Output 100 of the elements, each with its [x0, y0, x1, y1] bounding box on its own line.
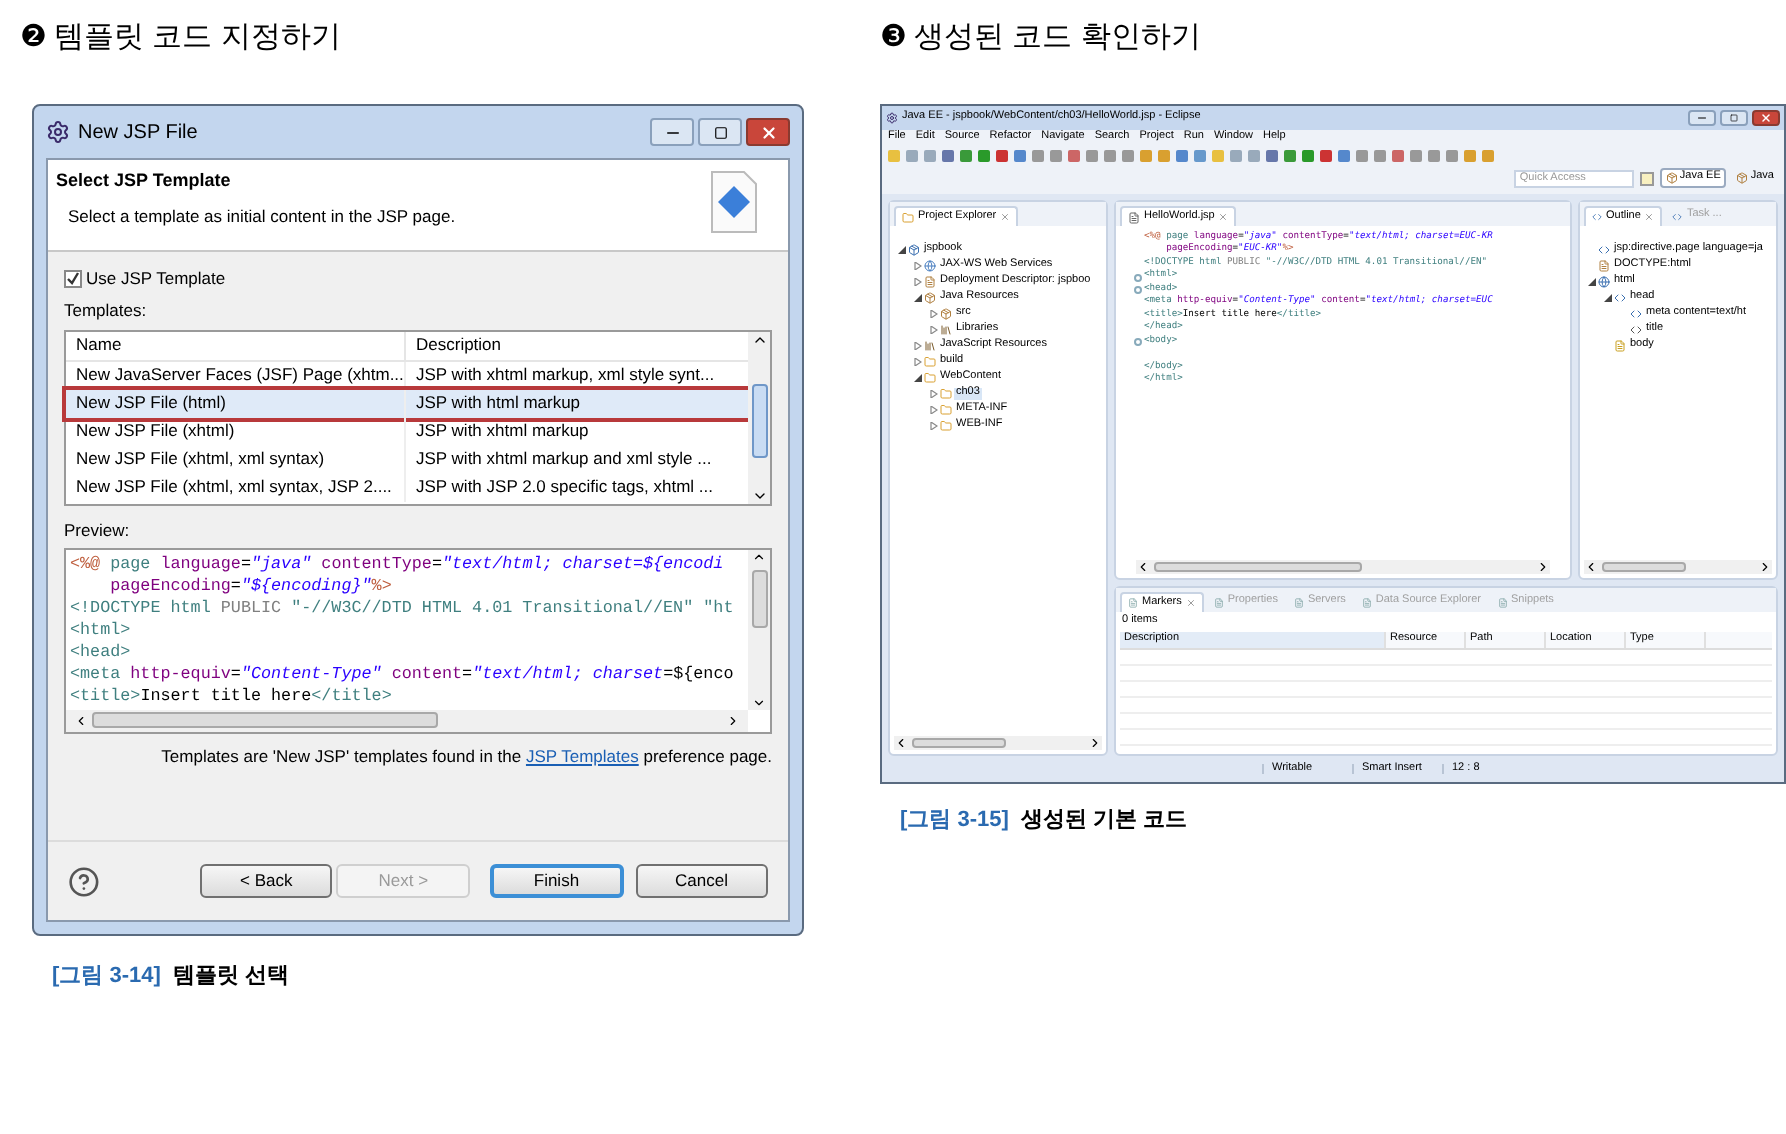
- template-row[interactable]: New JSP File (xhtml, xml syntax) JSP with xhtml markup and xml style ...: [66, 445, 748, 474]
- chevron-right-icon[interactable]: [1536, 560, 1550, 574]
- dialog-button[interactable]: Cancel: [635, 864, 769, 898]
- horizontal-scrollbar[interactable]: [1584, 560, 1772, 574]
- collapsed-arrow-icon[interactable]: [913, 358, 921, 366]
- globe-icon: [1598, 276, 1610, 288]
- package-icon: [940, 308, 952, 320]
- close-button[interactable]: [746, 118, 790, 146]
- package-icon: [1665, 172, 1678, 184]
- table-cell-text: JSP with xhtml markup: [414, 418, 591, 445]
- code-line: <head>: [70, 641, 131, 663]
- chevron-right-icon[interactable]: [726, 713, 740, 727]
- collapsed-arrow-icon[interactable]: [929, 422, 937, 430]
- code-icon: [1630, 324, 1642, 336]
- collapsed-arrow-icon[interactable]: [929, 390, 937, 398]
- close-button[interactable]: [1752, 110, 1780, 126]
- template-row[interactable]: New JSP File (xhtml) JSP with xhtml markup: [66, 417, 748, 446]
- chevron-left-icon[interactable]: [74, 713, 88, 727]
- expanded-arrow-icon[interactable]: [1587, 278, 1595, 286]
- chevron-up-icon[interactable]: [752, 549, 766, 563]
- code-line: <!DOCTYPE html PUBLIC "-//W3C//DTD HTML 4.01 Transitional//EN" "ht: [70, 597, 734, 619]
- folder-icon: [924, 372, 936, 384]
- chevron-down-icon[interactable]: [752, 695, 766, 709]
- document-icon: [1614, 340, 1626, 352]
- document-icon: [1361, 597, 1372, 607]
- table-cell: New JSP File (xhtml, xml syntax): [66, 445, 406, 474]
- chevron-left-icon[interactable]: [1136, 560, 1150, 574]
- close-icon: [1760, 112, 1772, 124]
- jsp-templates-link[interactable]: JSP Templates: [525, 745, 639, 765]
- fold-icon[interactable]: [1134, 338, 1142, 347]
- checkbox-label: Use JSP Template: [86, 265, 226, 291]
- package-icon: [1736, 172, 1749, 184]
- document-icon: [1598, 260, 1610, 272]
- vertical-scrollbar[interactable]: [748, 549, 770, 709]
- code-icon: [1592, 212, 1602, 222]
- collapsed-arrow-icon[interactable]: [913, 342, 921, 350]
- collapsed-arrow-icon[interactable]: [929, 310, 937, 318]
- collapsed-arrow-icon[interactable]: [913, 278, 921, 286]
- collapsed-arrow-icon[interactable]: [929, 406, 937, 414]
- books-icon: [924, 340, 936, 352]
- document-icon: [1128, 211, 1140, 223]
- code-icon: [1614, 292, 1626, 304]
- horizontal-scrollbar[interactable]: [66, 709, 748, 731]
- vertical-scrollbar[interactable]: [748, 331, 770, 504]
- folder-icon: [940, 420, 952, 432]
- globe-icon: [924, 260, 936, 272]
- expanded-arrow-icon[interactable]: [913, 374, 921, 382]
- maximize-button[interactable]: [698, 118, 742, 146]
- expanded-arrow-icon[interactable]: [1603, 294, 1611, 302]
- code-line: <meta http-equiv="Content-Type" content="text/html; charset=${enco: [70, 663, 734, 685]
- gear-icon: [886, 112, 898, 124]
- minimize-button[interactable]: [1688, 110, 1716, 126]
- dialog-button[interactable]: Finish: [489, 864, 623, 898]
- template-row[interactable]: New JSP File (html) JSP with html markup: [66, 389, 748, 418]
- chevron-right-icon[interactable]: [1758, 560, 1772, 574]
- document-icon: [1497, 597, 1507, 607]
- step-number: ❷: [20, 17, 46, 58]
- figure-caption: 템플릿 선택: [172, 962, 289, 992]
- template-row[interactable]: New JSP File (xhtml, xml syntax, JSP 2.... JSP with JSP 2.0 specific tags, xhtml ...: [66, 473, 748, 502]
- chevron-left-icon[interactable]: [894, 736, 908, 750]
- document-icon: [1293, 597, 1304, 607]
- table-cell-text: JSP with xhtml markup, xml style synt...: [414, 362, 717, 389]
- document-icon: [924, 276, 936, 288]
- collapsed-arrow-icon[interactable]: [929, 326, 937, 334]
- table-cell-text: JSP with JSP 2.0 specific tags, xhtml ...: [414, 474, 715, 501]
- code-line: <html>: [70, 619, 131, 641]
- folder-icon: [940, 388, 952, 400]
- column-header[interactable]: Name: [66, 331, 406, 360]
- expanded-arrow-icon[interactable]: [897, 246, 905, 254]
- dialog-button[interactable]: < Back: [199, 864, 333, 898]
- collapsed-arrow-icon[interactable]: [913, 262, 921, 270]
- table-cell: New JSP File (xhtml): [66, 417, 406, 446]
- header-title: Select JSP Template: [56, 168, 233, 194]
- help-icon[interactable]: [68, 865, 100, 897]
- step-number: ❸: [880, 17, 906, 58]
- window-title: New JSP File: [78, 119, 200, 147]
- column-header[interactable]: Description: [406, 331, 748, 360]
- chevron-right-icon[interactable]: [1088, 736, 1102, 750]
- document-icon: [1128, 598, 1138, 608]
- code-icon: [1672, 211, 1683, 221]
- document-icon: [1213, 597, 1224, 607]
- horizontal-scrollbar[interactable]: [1136, 560, 1550, 574]
- maximize-icon: [1730, 114, 1738, 122]
- code-line: <title>Insert title here</title>: [70, 685, 392, 707]
- folder-icon: [924, 356, 936, 368]
- horizontal-scrollbar[interactable]: [894, 736, 1102, 750]
- gear-icon: [46, 120, 70, 144]
- expanded-arrow-icon[interactable]: [913, 294, 921, 302]
- code-line: <%@ page language="java" contentType="text/html; charset=${encodi: [70, 553, 724, 575]
- fold-icon[interactable]: [1134, 273, 1142, 282]
- figure-number: [그림 3-14]: [52, 962, 161, 992]
- table-cell: New JSP File (html): [66, 389, 406, 418]
- maximize-icon: [713, 125, 727, 139]
- chevron-left-icon[interactable]: [1584, 560, 1598, 574]
- preview-label: Preview:: [64, 517, 132, 543]
- checkbox[interactable]: [64, 269, 82, 287]
- books-icon: [940, 324, 952, 336]
- figure-number: [그림 3-15]: [900, 806, 1009, 836]
- templates-label: Templates:: [64, 298, 149, 324]
- fold-icon[interactable]: [1134, 286, 1142, 295]
